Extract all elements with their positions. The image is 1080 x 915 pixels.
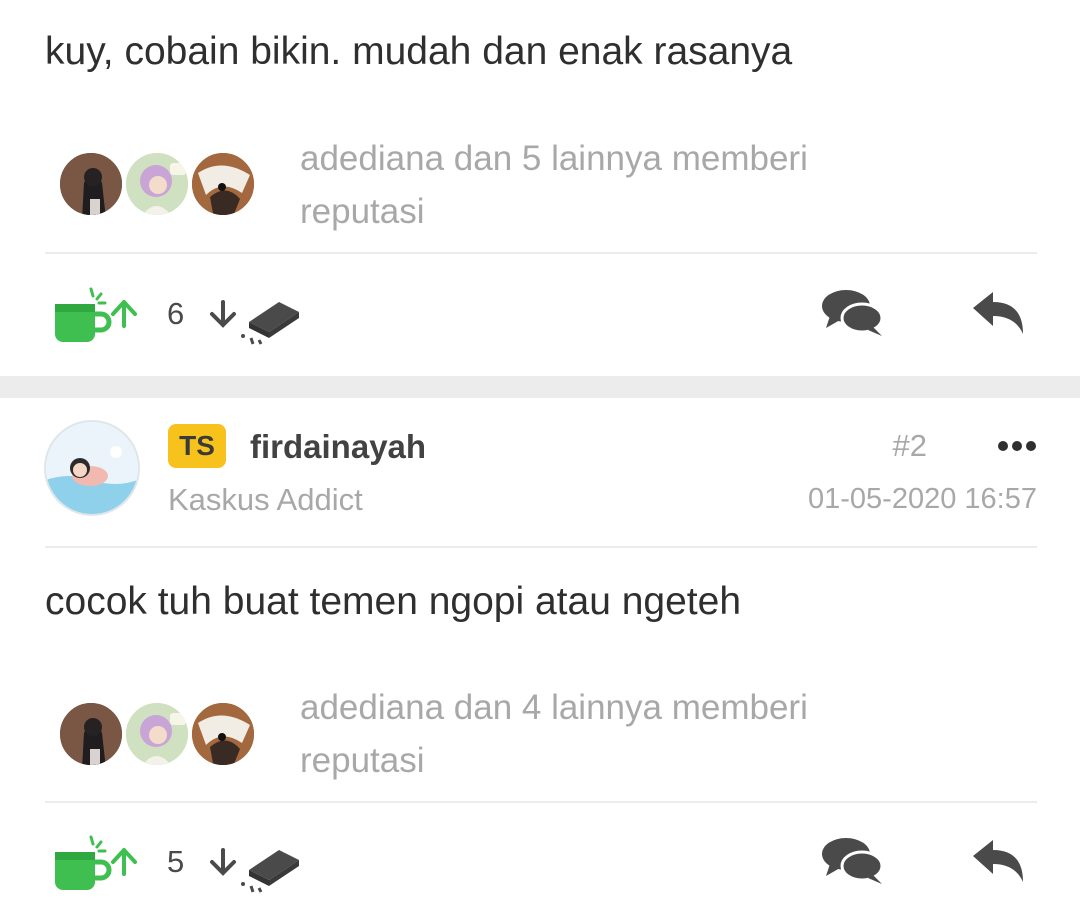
user-rank: Kaskus Addict — [168, 482, 363, 517]
user-avatar[interactable] — [44, 420, 140, 516]
vote-count: 5 — [167, 844, 185, 879]
more-options-button[interactable] — [997, 436, 1037, 456]
avatar — [58, 701, 124, 767]
upvote-cup-icon[interactable] — [53, 286, 115, 344]
reply-arrow-icon[interactable] — [971, 838, 1027, 884]
more-dots-icon — [998, 441, 1036, 451]
post-2-text: cocok tuh buat temen ngopi atau ngeteh — [45, 580, 742, 623]
post-date: 01-05-2020 16:57 — [808, 483, 1037, 515]
reputation-text-2[interactable]: adediana dan 4 lainnya memberi reputasi — [300, 681, 920, 787]
avatar — [124, 701, 190, 767]
divider — [45, 252, 1037, 254]
upvote-cup-icon[interactable] — [53, 834, 115, 892]
post-2-action-bar: 5 — [45, 828, 1037, 898]
username[interactable]: firdainayah — [250, 428, 426, 466]
downvote-brick-icon[interactable] — [209, 298, 303, 346]
post-1-text: kuy, cobain bikin. mudah dan enak rasany… — [45, 30, 793, 73]
reputation-avatars-2[interactable] — [58, 701, 258, 769]
post-separator — [0, 376, 1080, 398]
divider — [45, 801, 1037, 803]
up-arrow-icon[interactable] — [111, 300, 137, 328]
post-number[interactable]: #2 — [893, 428, 927, 464]
up-arrow-icon[interactable] — [111, 848, 137, 876]
avatar — [58, 151, 124, 217]
avatar — [190, 151, 256, 217]
avatar — [124, 151, 190, 217]
reply-arrow-icon[interactable] — [971, 290, 1027, 336]
post-1-action-bar: 6 — [45, 280, 1037, 350]
vote-count: 6 — [167, 296, 185, 331]
divider — [45, 546, 1037, 548]
reputation-avatars-1[interactable] — [58, 151, 258, 219]
ts-badge: TS — [168, 424, 226, 468]
downvote-brick-icon[interactable] — [209, 846, 303, 894]
avatar — [190, 701, 256, 767]
reputation-text-1[interactable]: adediana dan 5 lainnya memberi reputasi — [300, 132, 920, 238]
quote-chat-bubbles-icon[interactable] — [820, 286, 886, 338]
quote-chat-bubbles-icon[interactable] — [820, 834, 886, 886]
